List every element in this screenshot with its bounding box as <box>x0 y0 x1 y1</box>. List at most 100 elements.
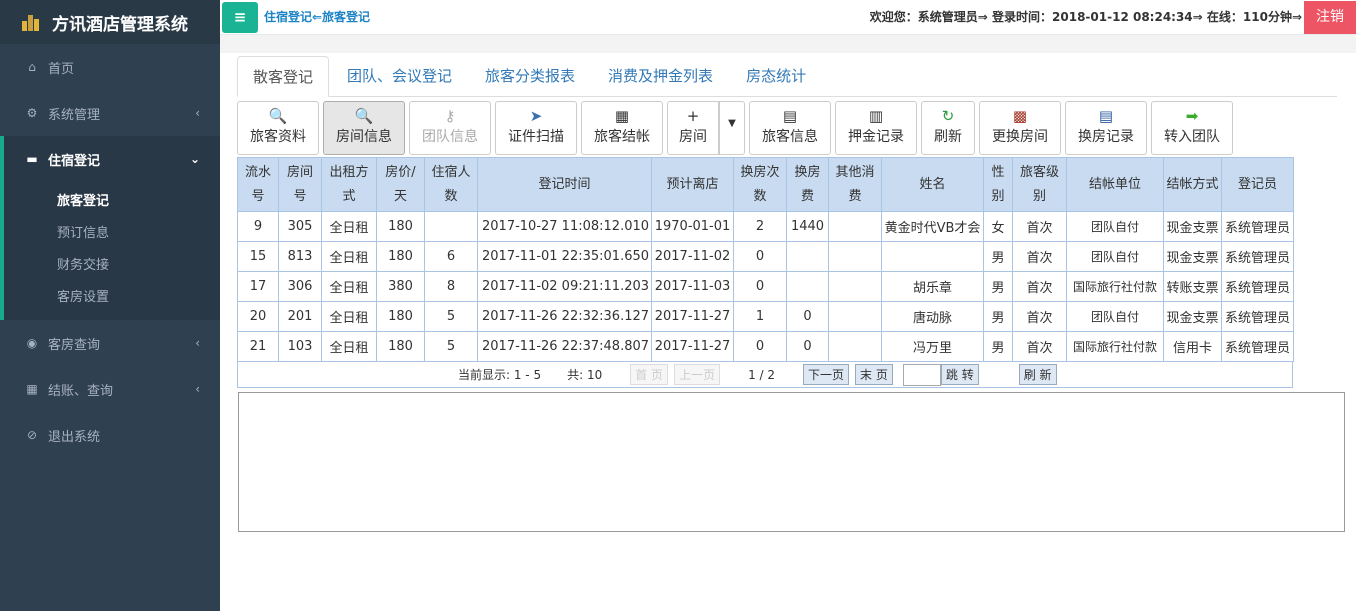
room-dropdown-toggle[interactable]: ▼ <box>719 101 745 155</box>
guest-info-button[interactable]: 🔍 旅客资料 <box>237 101 319 155</box>
room-info-button[interactable]: 🔍 房间信息 <box>323 101 405 155</box>
tab-group-register[interactable]: 团队、会议登记 <box>332 56 467 97</box>
guest-checkout-button[interactable]: ▦ 旅客结帐 <box>581 101 663 155</box>
refresh-icon: ↻ <box>941 107 955 125</box>
table-row[interactable]: 21 103 全日租 180 5 2017-11-26 22:37:48.807 2017-… <box>237 331 1295 362</box>
sidebar: 方讯酒店管理系统 ⌂ 首页 ⚙ 系统管理 ‹ ▬ 住宿登记 ⌄ 旅客登记 预订信… <box>0 0 220 611</box>
menu-toggle-button[interactable]: ≡ <box>222 2 258 33</box>
sidebar-item-checkin[interactable]: ▬ 住宿登记 ⌄ <box>0 136 220 182</box>
table-cell: 17 <box>237 271 279 302</box>
change-room-button[interactable]: ▩ 更换房间 <box>979 101 1061 155</box>
sidebar-item-home[interactable]: ⌂ 首页 <box>0 44 220 90</box>
detail-panel <box>238 392 1345 532</box>
button-label: 团队信息 <box>422 129 478 145</box>
table-cell: 首次 <box>1012 271 1068 302</box>
table-cell: 1970-01-01 <box>651 211 735 242</box>
sidebar-item-checkout[interactable]: ▦ 结账、查询 ‹ <box>0 366 220 412</box>
tab-room-status[interactable]: 房态统计 <box>731 56 821 97</box>
table-cell: 0 <box>733 271 788 302</box>
tab-consumption-deposit[interactable]: 消费及押金列表 <box>593 56 728 97</box>
table-cell: 5 <box>424 331 478 362</box>
column-header[interactable]: 旅客级别 <box>1012 157 1068 212</box>
next-page-button[interactable]: 下一页 <box>803 364 850 385</box>
gear-icon: ⚙ <box>26 106 38 120</box>
last-page-button[interactable]: 末 页 <box>855 364 893 385</box>
prev-page-button[interactable]: 上一页 <box>674 364 721 385</box>
first-page-button[interactable]: 首 页 <box>630 364 669 385</box>
column-header[interactable]: 姓名 <box>881 157 985 212</box>
table-cell: 男 <box>983 271 1014 302</box>
jump-page-input[interactable] <box>902 363 941 386</box>
column-header[interactable]: 换房次数 <box>733 157 788 212</box>
column-header[interactable]: 流水号 <box>237 157 279 212</box>
tab-walkin-register[interactable]: 散客登记 <box>237 56 330 97</box>
table-row[interactable]: 17 306 全日租 380 8 2017-11-02 09:21:11.203 2017-… <box>237 271 1295 302</box>
column-header[interactable]: 结帐单位 <box>1066 157 1165 212</box>
table-cell: 0 <box>786 301 830 332</box>
room-change-record-button[interactable]: ▤ 换房记录 <box>1065 101 1147 155</box>
button-label: 更换房间 <box>992 129 1048 145</box>
table-cell: 2017-11-02 <box>651 241 735 272</box>
sidebar-item-exit[interactable]: ⊘ 退出系统 <box>0 412 220 458</box>
logout-button[interactable]: 注销 <box>1304 1 1356 34</box>
button-label: 刷新 <box>934 129 962 145</box>
sidebar-item-room-query[interactable]: ◉ 客房查询 ‹ <box>0 320 220 366</box>
table-cell: 唐动脉 <box>881 301 985 332</box>
column-header[interactable]: 其他消费 <box>828 157 883 212</box>
table-cell: 团队自付 <box>1066 301 1165 332</box>
id-scan-button[interactable]: ➤ 证件扫描 <box>495 101 577 155</box>
column-header[interactable]: 住宿人数 <box>424 157 478 212</box>
pager-refresh-button[interactable]: 刷 新 <box>1018 364 1057 385</box>
column-header[interactable]: 换房费 <box>786 157 830 212</box>
table-cell: 813 <box>278 241 322 272</box>
table-cell: 全日租 <box>321 301 377 332</box>
calculator-icon: ▦ <box>26 382 38 396</box>
subitem-finance-handover[interactable]: 财务交接 <box>4 250 220 282</box>
column-header[interactable]: 房间号 <box>278 157 322 212</box>
table-cell: 女 <box>983 211 1014 242</box>
table-row[interactable]: 20 201 全日租 180 5 2017-11-26 22:32:36.127 2017-… <box>237 301 1295 332</box>
table-cell: 全日租 <box>321 271 377 302</box>
column-header[interactable]: 出租方式 <box>321 157 377 212</box>
sidebar-item-system[interactable]: ⚙ 系统管理 ‹ <box>0 90 220 136</box>
button-label: 押金记录 <box>848 129 904 145</box>
table-row[interactable]: 15 813 全日租 180 6 2017-11-01 22:35:01.650 2017-… <box>237 241 1295 272</box>
sidebar-submenu: 旅客登记 预订信息 财务交接 客房设置 <box>0 182 220 320</box>
column-header[interactable]: 房价/天 <box>376 157 425 212</box>
pager-total: 共: 10 <box>567 368 603 382</box>
table-cell: 306 <box>278 271 322 302</box>
document-icon: ▤ <box>782 107 798 125</box>
tab-guest-report[interactable]: 旅客分类报表 <box>470 56 590 97</box>
table-cell: 2017-10-27 11:08:12.010 <box>476 211 653 242</box>
column-header[interactable]: 结帐方式 <box>1163 157 1223 212</box>
table-cell: 团队自付 <box>1066 211 1165 242</box>
topbar: ≡ 住宿登记⇐旅客登记 欢迎您：系统管理员⇒ 登录时间：2018-01-12 0… <box>220 0 1356 35</box>
table-cell: 胡乐章 <box>881 271 985 302</box>
column-header[interactable]: 预计离店 <box>651 157 735 212</box>
jump-button[interactable]: 跳 转 <box>940 364 979 385</box>
group-info-button[interactable]: ⚷ 团队信息 <box>409 101 491 155</box>
transfer-to-group-button[interactable]: ➡ 转入团队 <box>1151 101 1233 155</box>
table-cell: 现金支票 <box>1163 301 1223 332</box>
calculator-icon: ▦ <box>614 107 630 125</box>
column-header[interactable]: 性别 <box>983 157 1014 212</box>
table-cell <box>424 211 478 242</box>
column-header[interactable]: 登记时间 <box>476 157 653 212</box>
guest-detail-button[interactable]: ▤ 旅客信息 <box>749 101 831 155</box>
subitem-reservation[interactable]: 预订信息 <box>4 218 220 250</box>
table-row[interactable]: 9 305 全日租 180 2017-10-27 11:08:12.010 1970-01… <box>237 211 1295 242</box>
table-cell: 201 <box>278 301 322 332</box>
subitem-room-settings[interactable]: 客房设置 <box>4 282 220 314</box>
table-cell: 男 <box>983 331 1014 362</box>
tab-bar: 散客登记 团队、会议登记 旅客分类报表 消费及押金列表 房态统计 <box>237 56 1337 97</box>
deposit-record-button[interactable]: ▥ 押金记录 <box>835 101 917 155</box>
subitem-guest-register[interactable]: 旅客登记 <box>4 186 220 218</box>
refresh-button[interactable]: ↻ 刷新 <box>921 101 975 155</box>
sidebar-item-label: 结账、查询 <box>48 383 114 399</box>
column-header[interactable]: 登记员 <box>1221 157 1295 212</box>
room-swap-icon: ▩ <box>1012 107 1028 125</box>
logo-icon <box>22 13 44 31</box>
app-title: 方讯酒店管理系统 <box>52 14 188 35</box>
room-button[interactable]: + 房间 <box>667 101 719 155</box>
table-cell: 首次 <box>1012 331 1068 362</box>
